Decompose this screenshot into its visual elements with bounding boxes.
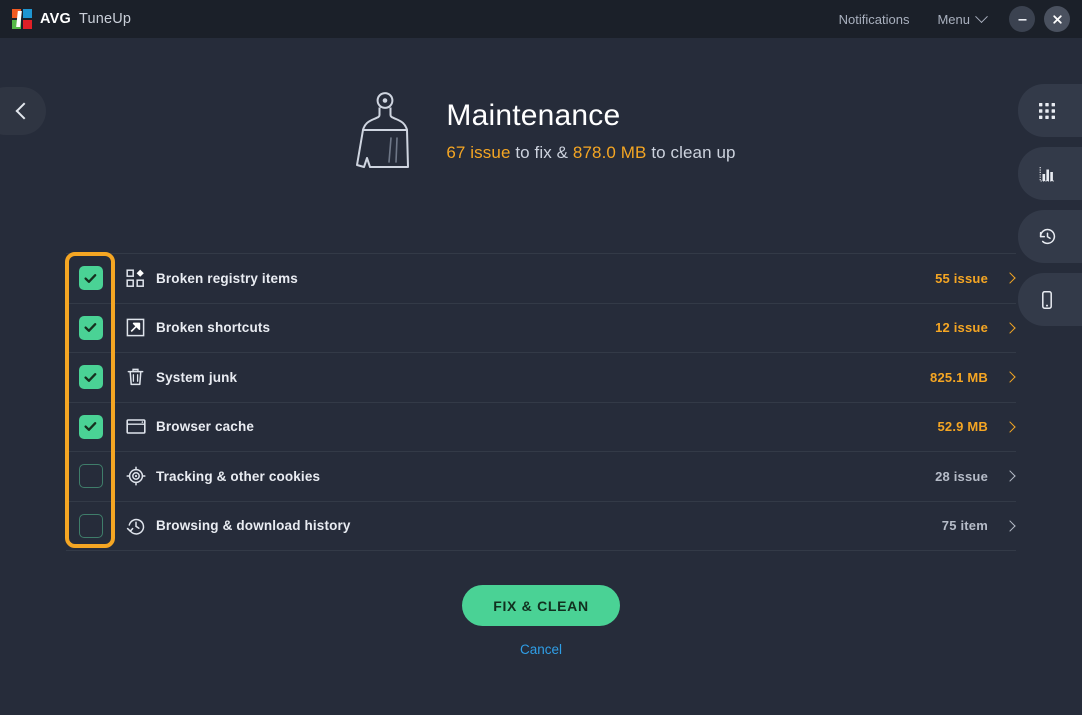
row-checkbox[interactable] — [79, 514, 103, 538]
broom-icon — [346, 88, 424, 172]
title-bar-right-controls: Notifications Menu — [825, 6, 1082, 32]
summary-issue-count: 67 issue — [446, 143, 510, 162]
summary-size: 878.0 MB — [573, 143, 647, 162]
row-value: 55 issue — [935, 271, 988, 286]
page-title: Maintenance — [446, 99, 735, 134]
row-icon — [115, 269, 156, 288]
row-value: 28 issue — [935, 469, 988, 484]
chevron-right-icon[interactable] — [1004, 421, 1015, 432]
check-icon — [83, 320, 98, 335]
minimize-icon — [1016, 13, 1029, 26]
app-brand: AVG TuneUp — [12, 9, 131, 29]
avg-logo-icon — [12, 9, 32, 29]
mobile-device-icon — [1036, 289, 1058, 311]
fix-and-clean-button[interactable]: FIX & CLEAN — [462, 585, 620, 626]
registry-grid-icon — [126, 269, 145, 288]
summary-tail-text: to clean up — [647, 143, 736, 162]
chevron-down-icon — [975, 10, 988, 23]
hero-section: Maintenance 67 issue to fix & 878.0 MB t… — [0, 88, 1082, 172]
target-cookie-icon — [126, 466, 146, 486]
browser-window-icon — [126, 418, 146, 435]
chevron-right-icon[interactable] — [1004, 322, 1015, 333]
row-checkbox-cell[interactable] — [66, 464, 115, 488]
history-clock-icon — [1036, 225, 1059, 248]
row-checkbox[interactable] — [79, 316, 103, 340]
brand-name-tuneup: TuneUp — [79, 11, 131, 27]
chevron-right-icon[interactable] — [1004, 520, 1015, 531]
row-right[interactable]: 825.1 MB — [930, 370, 1016, 385]
row-icon — [115, 367, 156, 387]
row-right[interactable]: 55 issue — [935, 271, 1016, 286]
check-icon — [83, 370, 98, 385]
brand-name-avg: AVG — [40, 11, 71, 27]
maintenance-row[interactable]: Broken registry items 55 issue — [66, 253, 1016, 304]
row-label: Tracking & other cookies — [156, 469, 320, 484]
notifications-button[interactable]: Notifications — [825, 12, 924, 27]
shortcut-arrow-icon — [126, 318, 145, 337]
chevron-right-icon[interactable] — [1004, 372, 1015, 383]
maintenance-row[interactable]: Broken shortcuts 12 issue — [66, 304, 1016, 354]
menu-button[interactable]: Menu — [923, 12, 1000, 27]
row-checkbox[interactable] — [79, 365, 103, 389]
row-icon — [115, 318, 156, 337]
row-label: Broken shortcuts — [156, 320, 270, 335]
row-icon — [115, 466, 156, 486]
check-icon — [83, 271, 98, 286]
row-value: 75 item — [942, 518, 988, 533]
row-label: Browsing & download history — [156, 518, 351, 533]
row-label: Broken registry items — [156, 271, 298, 286]
maintenance-row[interactable]: Tracking & other cookies 28 issue — [66, 452, 1016, 502]
row-right[interactable]: 75 item — [942, 518, 1016, 533]
page-summary: 67 issue to fix & 878.0 MB to clean up — [446, 143, 735, 163]
row-checkbox[interactable] — [79, 266, 103, 290]
chevron-right-icon[interactable] — [1004, 471, 1015, 482]
row-checkbox[interactable] — [79, 415, 103, 439]
row-right[interactable]: 52.9 MB — [937, 419, 1016, 434]
action-area: FIX & CLEAN Cancel — [0, 585, 1082, 657]
row-label: Browser cache — [156, 419, 254, 434]
row-value: 825.1 MB — [930, 370, 988, 385]
row-checkbox-cell[interactable] — [66, 316, 115, 340]
row-icon — [115, 418, 156, 435]
row-right[interactable]: 28 issue — [935, 469, 1016, 484]
check-icon — [83, 419, 98, 434]
trash-can-icon — [126, 367, 145, 387]
chevron-right-icon[interactable] — [1004, 273, 1015, 284]
minimize-button[interactable] — [1009, 6, 1035, 32]
row-checkbox-cell[interactable] — [66, 266, 115, 290]
avg-tuneup-window: AVG TuneUp Notifications Menu — [0, 0, 1082, 715]
cancel-button[interactable]: Cancel — [520, 642, 562, 657]
row-icon — [115, 516, 156, 536]
close-button[interactable] — [1044, 6, 1070, 32]
row-label: System junk — [156, 370, 237, 385]
maintenance-row[interactable]: Browsing & download history 75 item — [66, 502, 1016, 552]
row-checkbox[interactable] — [79, 464, 103, 488]
menu-label: Menu — [937, 12, 970, 27]
rail-item-mobile[interactable] — [1018, 273, 1082, 326]
clock-history-icon — [126, 516, 146, 536]
row-value: 52.9 MB — [937, 419, 988, 434]
title-bar: AVG TuneUp Notifications Menu — [0, 0, 1082, 38]
rail-item-history[interactable] — [1018, 210, 1082, 263]
row-right[interactable]: 12 issue — [935, 320, 1016, 335]
row-checkbox-cell[interactable] — [66, 415, 115, 439]
row-value: 12 issue — [935, 320, 988, 335]
maintenance-item-list: Broken registry items 55 issue Broken shor… — [66, 253, 1016, 551]
maintenance-row[interactable]: Browser cache 52.9 MB — [66, 403, 1016, 453]
row-checkbox-cell[interactable] — [66, 514, 115, 538]
row-checkbox-cell[interactable] — [66, 365, 115, 389]
close-icon — [1051, 13, 1064, 26]
summary-mid-text: to fix & — [511, 143, 573, 162]
maintenance-row[interactable]: System junk 825.1 MB — [66, 353, 1016, 403]
